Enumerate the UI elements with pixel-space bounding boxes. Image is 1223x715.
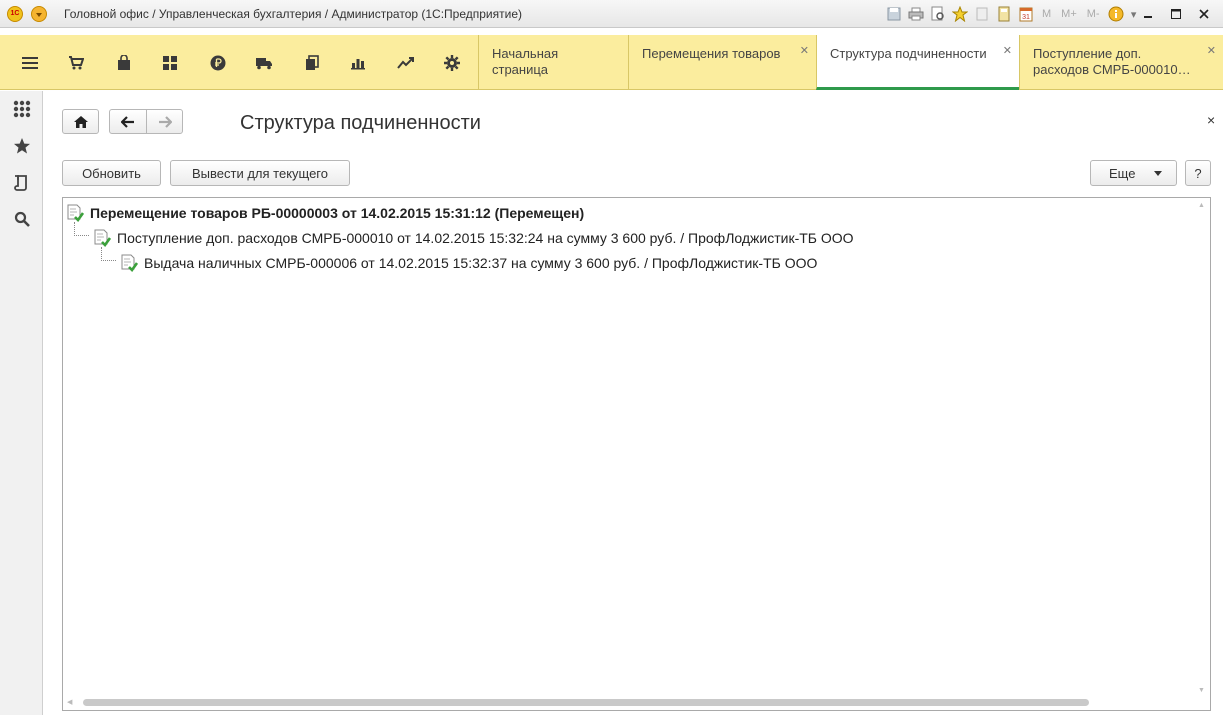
posted-document-icon xyxy=(94,229,111,247)
print-icon[interactable] xyxy=(908,6,924,22)
truck-icon xyxy=(256,57,272,69)
subordination-tree[interactable]: Перемещение товаров РБ-00000003 от 14.02… xyxy=(62,197,1211,711)
section-reports-button[interactable] xyxy=(338,35,378,90)
favorites-add-icon[interactable] xyxy=(952,6,968,22)
tree-connector xyxy=(74,222,89,236)
tab-goods-transfers[interactable]: Перемещения товаров ✕ xyxy=(628,35,816,90)
search-icon xyxy=(14,211,30,227)
calculator-icon[interactable] xyxy=(996,6,1012,22)
tab-label: Поступление доп. расходов СМРБ-000010… xyxy=(1033,46,1191,77)
tab-close-icon[interactable]: ✕ xyxy=(1207,43,1216,59)
tree-row[interactable]: Перемещение товаров РБ-00000003 от 14.02… xyxy=(67,203,584,223)
arrow-left-icon xyxy=(121,115,134,128)
history-icon xyxy=(14,175,27,191)
svg-text:31: 31 xyxy=(1022,14,1030,21)
section-purchases-button[interactable] xyxy=(104,35,144,90)
favorites-button[interactable] xyxy=(7,131,37,161)
apps-grid-icon xyxy=(13,100,31,118)
star-icon xyxy=(14,138,30,154)
tree-connector xyxy=(101,247,116,261)
app-logo-icon: 1С xyxy=(7,6,23,22)
minimize-button[interactable] xyxy=(1137,4,1159,24)
section-warehouse-button[interactable] xyxy=(150,35,190,90)
save-icon[interactable] xyxy=(886,6,902,22)
home-button[interactable] xyxy=(62,109,99,134)
tree-row-text: Перемещение товаров РБ-00000003 от 14.02… xyxy=(90,205,585,221)
help-button[interactable]: ? xyxy=(1185,160,1211,186)
search-button[interactable] xyxy=(7,204,37,234)
gear-icon xyxy=(444,54,460,71)
function-menu-button[interactable] xyxy=(7,94,37,124)
section-delivery-button[interactable] xyxy=(244,35,284,90)
scroll-left-icon[interactable]: ◀ xyxy=(67,698,72,706)
show-for-current-button[interactable]: Вывести для текущего xyxy=(170,160,350,186)
bar-chart-icon xyxy=(351,58,365,69)
section-settings-button[interactable] xyxy=(432,35,472,90)
page-title: Структура подчиненности xyxy=(240,112,481,134)
refresh-button[interactable]: Обновить xyxy=(62,160,161,186)
info-icon[interactable] xyxy=(1108,6,1124,22)
tab-close-icon[interactable]: ✕ xyxy=(1003,43,1012,59)
tab-label: Перемещения товаров xyxy=(642,46,781,61)
history-icon[interactable] xyxy=(974,6,990,22)
chevron-down-icon xyxy=(1154,171,1162,176)
section-sales-button[interactable] xyxy=(56,35,96,90)
documents-icon xyxy=(306,54,319,70)
main-menu-button[interactable] xyxy=(10,35,50,90)
memory-plus-button[interactable]: M+ xyxy=(1059,6,1079,22)
app-menu-button[interactable] xyxy=(31,6,47,22)
memory-button[interactable]: M xyxy=(1040,6,1053,22)
posted-document-icon xyxy=(121,254,138,272)
horizontal-scrollbar[interactable]: ◀ xyxy=(67,697,1192,707)
tree-row[interactable]: Выдача наличных СМРБ-000006 от 14.02.201… xyxy=(121,253,817,273)
tab-close-icon[interactable]: ✕ xyxy=(800,43,809,59)
more-label: Еще xyxy=(1109,165,1136,181)
section-panel: Начальная страница Перемещения товаров ✕… xyxy=(0,35,1223,90)
scroll-down-icon[interactable]: ▼ xyxy=(1198,687,1205,694)
section-finance-button[interactable] xyxy=(198,35,238,90)
horizontal-scroll-thumb[interactable] xyxy=(83,699,1089,706)
memory-minus-button[interactable]: M- xyxy=(1085,6,1102,22)
scroll-up-icon[interactable]: ▲ xyxy=(1198,202,1205,209)
vertical-scrollbar[interactable]: ▲ ▼ xyxy=(1197,202,1207,706)
maximize-button[interactable] xyxy=(1165,4,1187,24)
window-title: Головной офис / Управленческая бухгалтер… xyxy=(64,7,523,21)
title-bar: 1С Головной офис / Управленческая бухгал… xyxy=(0,0,1223,28)
section-analytics-button[interactable] xyxy=(386,35,426,90)
tree-row-text: Выдача наличных СМРБ-000006 от 14.02.201… xyxy=(144,255,818,271)
tab-subordination-structure[interactable]: Структура подчиненности ✕ xyxy=(816,35,1019,90)
posted-document-icon xyxy=(67,204,84,222)
home-icon xyxy=(73,115,88,128)
forward-button[interactable] xyxy=(146,109,183,134)
tab-label: Структура подчиненности xyxy=(830,46,987,61)
cart-icon xyxy=(69,55,84,69)
arrow-right-icon xyxy=(158,115,172,128)
trend-icon xyxy=(397,56,414,69)
form-close-icon[interactable]: × xyxy=(1207,112,1215,128)
history-button[interactable] xyxy=(7,168,37,198)
close-window-button[interactable] xyxy=(1193,4,1215,24)
hamburger-icon xyxy=(22,56,38,69)
grid-icon xyxy=(163,55,177,70)
tree-row[interactable]: Поступление доп. расходов СМРБ-000010 от… xyxy=(94,228,854,248)
left-sidebar xyxy=(0,91,43,715)
tab-additional-costs[interactable]: Поступление доп. расходов СМРБ-000010… ✕ xyxy=(1019,35,1223,90)
tab-label: Начальная страница xyxy=(492,46,559,77)
tree-row-text: Поступление доп. расходов СМРБ-000010 от… xyxy=(117,230,854,246)
more-button[interactable]: Еще xyxy=(1090,160,1177,186)
section-documents-button[interactable] xyxy=(292,35,332,90)
tab-home[interactable]: Начальная страница xyxy=(478,35,628,90)
bag-icon xyxy=(118,54,130,70)
preview-icon[interactable] xyxy=(930,6,946,22)
title-toolbar: 31 M M+ M- ▾ xyxy=(886,5,1138,23)
calendar-icon[interactable]: 31 xyxy=(1018,6,1034,22)
ruble-icon xyxy=(210,55,226,70)
back-button[interactable] xyxy=(109,109,147,134)
